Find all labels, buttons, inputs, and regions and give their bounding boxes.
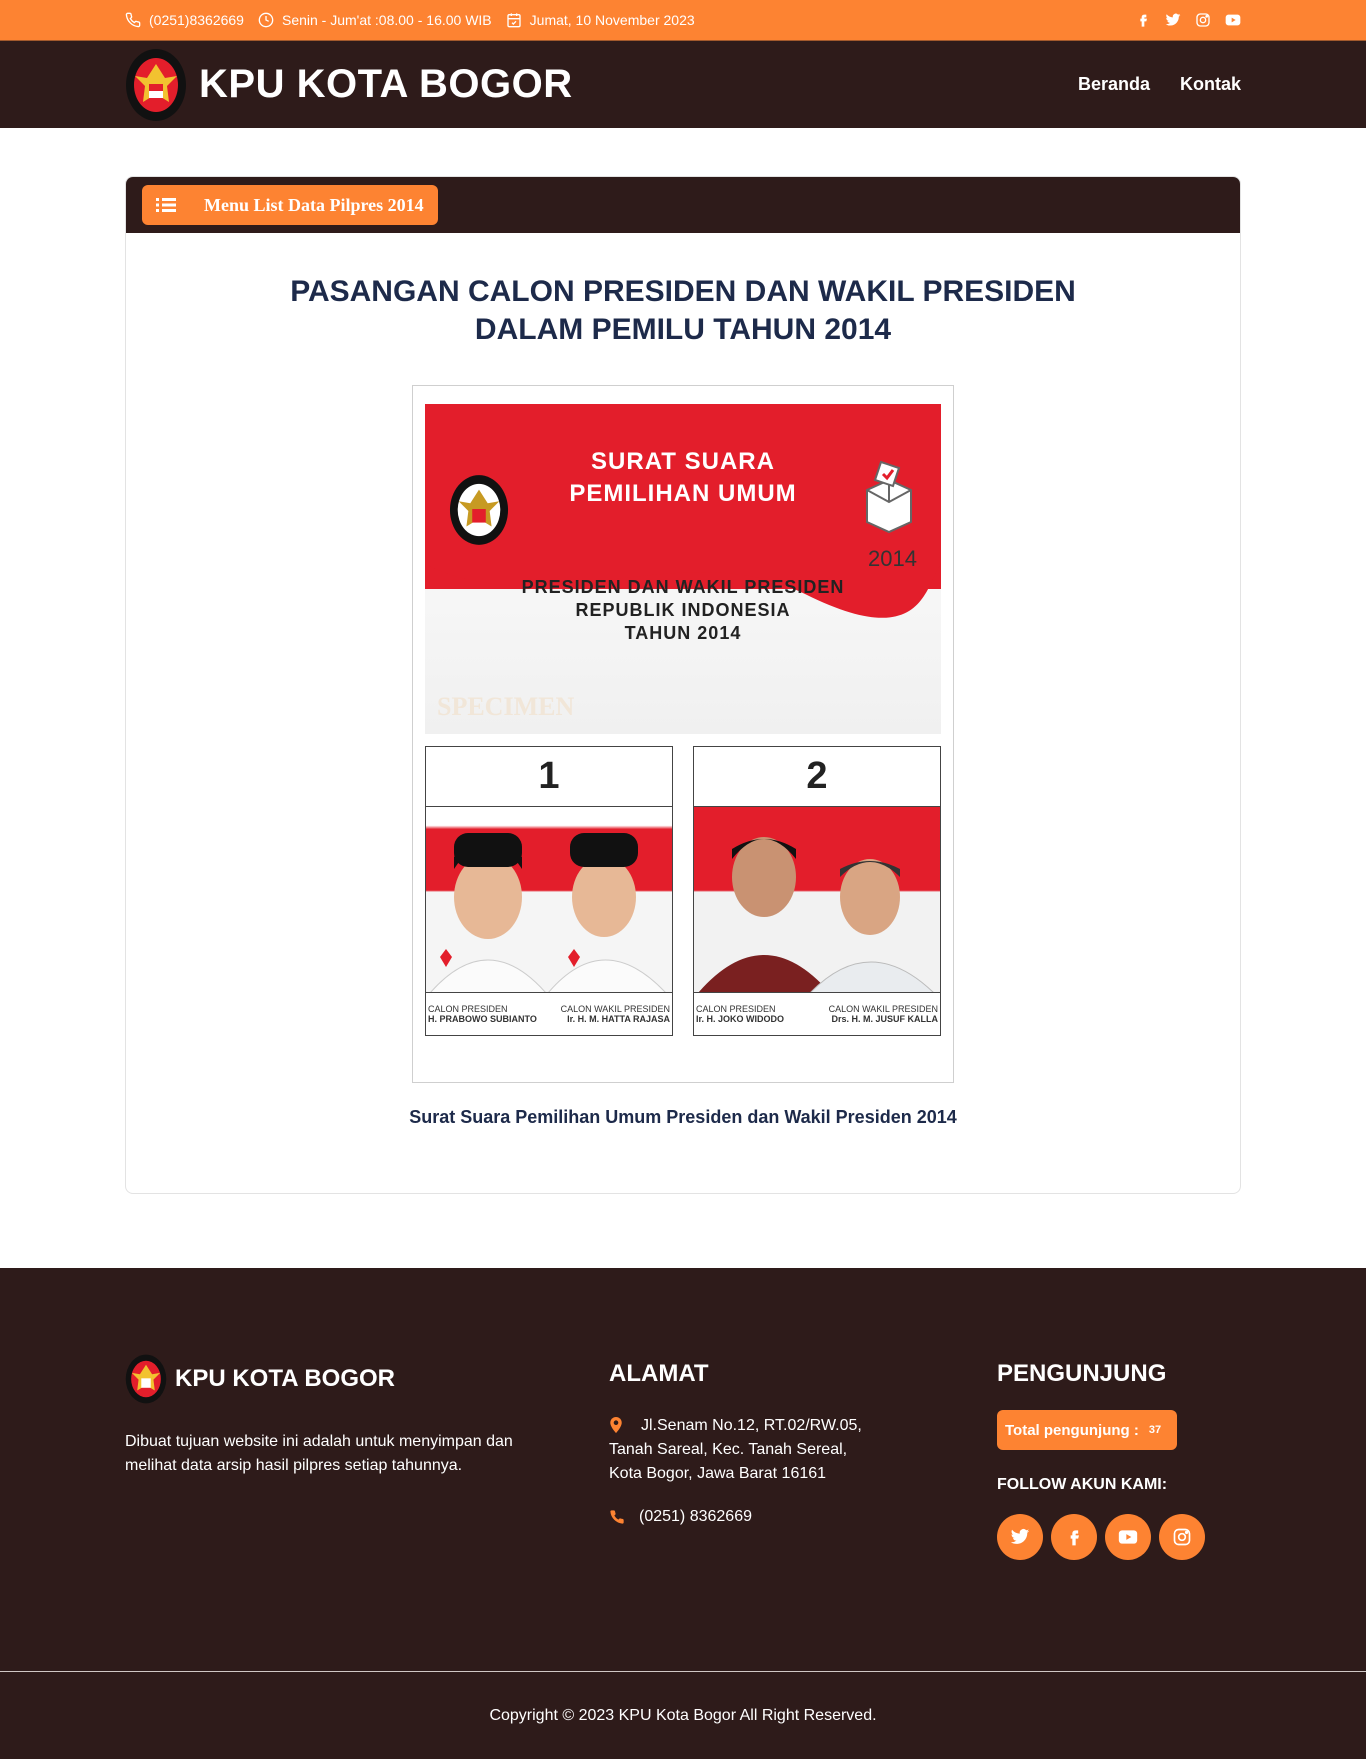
twitter-icon[interactable] [1165, 12, 1181, 28]
footer-visitor-heading: PENGUNJUNG [997, 1360, 1167, 1387]
ballot-heading: SURAT SUARA PEMILIHAN UMUM [425, 446, 941, 510]
candidate-photo-2 [698, 837, 934, 992]
ballot-year: 2014 [868, 546, 917, 571]
ballot-sub-line3: TAHUN 2014 [624, 623, 742, 643]
instagram-icon [1173, 1528, 1191, 1546]
kpu-logo-icon [126, 48, 186, 121]
candidate-panel-2: 2 CALON PRESIDEN CALON WAKIL PRESIDEN Ir… [693, 746, 941, 1036]
ballot-subheading: PRESIDEN DAN WAKIL PRESIDEN REPUBLIK IND… [425, 576, 941, 645]
topbar-hours: Senin - Jum'at :08.00 - 16.00 WIB [281, 12, 492, 28]
footer-kpu-logo-icon [125, 1354, 167, 1404]
facebook-button[interactable] [1051, 1514, 1097, 1560]
map-marker-icon [610, 1417, 622, 1433]
main-nav: Beranda Kontak [1078, 74, 1241, 95]
candidate-name: Drs. H. M. JUSUF KALLA [831, 1014, 938, 1024]
candidate-photo-1 [430, 833, 666, 992]
topbar-phone: (0251)8362669 [149, 12, 244, 28]
site-header: KPU KOTA BOGOR Beranda Kontak [0, 40, 1366, 128]
copyright-text: Copyright © 2023 KPU Kota Bogor All Righ… [489, 1706, 877, 1724]
candidate-role: CALON PRESIDEN [696, 1004, 776, 1014]
twitter-icon [1010, 1529, 1030, 1544]
address-line2: Tanah Sareal, Kec. Tanah Sereal, [609, 1441, 848, 1458]
candidate-number: 2 [694, 747, 940, 807]
page-title-line1: PASANGAN CALON PRESIDEN DAN WAKIL PRESID… [290, 275, 1076, 308]
footer-description: Dibuat tujuan website ini adalah untuk m… [125, 1433, 513, 1474]
facebook-icon [1070, 1530, 1079, 1546]
footer-phone: (0251) 8362669 [609, 1508, 997, 1526]
site-footer: KPU KOTA BOGOR Dibuat tujuan website ini… [0, 1268, 1366, 1759]
ballot-heading-line2: PEMILIHAN UMUM [569, 480, 797, 507]
ballot-sub-line1: PRESIDEN DAN WAKIL PRESIDEN [521, 577, 845, 597]
footer-brand: KPU KOTA BOGOR [125, 1354, 609, 1404]
site-title: KPU KOTA BOGOR [199, 62, 573, 106]
candidate-role: CALON WAKIL PRESIDEN [560, 1004, 670, 1014]
menu-list-label: Menu List Data Pilpres 2014 [204, 194, 424, 215]
nav-beranda[interactable]: Beranda [1078, 74, 1150, 95]
calendar-check-icon [506, 13, 521, 28]
footer-social-links [997, 1514, 1241, 1560]
youtube-icon[interactable] [1225, 12, 1241, 28]
twitter-button[interactable] [997, 1514, 1043, 1560]
ballot-image: SURAT SUARA PEMILIHAN UMUM 2014 PRESIDEN… [412, 385, 954, 1083]
page-title-line2: DALAM PEMILU TAHUN 2014 [474, 313, 892, 346]
phone-icon [125, 12, 141, 28]
menu-list-button[interactable]: Menu List Data Pilpres 2014 [142, 185, 438, 225]
instagram-button[interactable] [1159, 1514, 1205, 1560]
address-line1: Jl.Senam No.12, RT.02/RW.05, [641, 1417, 862, 1434]
topbar-date: Jumat, 10 November 2023 [529, 12, 695, 28]
follow-label: FOLLOW AKUN KAMI: [997, 1476, 1168, 1493]
candidate-number: 1 [426, 747, 672, 807]
footer-brand-title: KPU KOTA BOGOR [175, 1365, 395, 1392]
visitor-counter-badge: Total pengunjung : 37 [997, 1410, 1178, 1450]
ballot-sub-line2: REPUBLIK INDONESIA [575, 600, 791, 620]
phone-icon [610, 1510, 624, 1524]
footer-address: Jl.Senam No.12, RT.02/RW.05, Tanah Sarea… [609, 1414, 997, 1486]
candidate-panel-1: 1 CALON PRESIDEN CALON WAKIL PRESIDEN H.… [425, 746, 673, 1036]
candidate-role: CALON PRESIDEN [428, 1004, 508, 1014]
candidate-role: CALON WAKIL PRESIDEN [828, 1004, 938, 1014]
ballot-caption: Surat Suara Pemilihan Umum Presiden dan … [409, 1107, 957, 1127]
candidate-name: Ir. H. JOKO WIDODO [696, 1014, 785, 1024]
copyright-bar: Copyright © 2023 KPU Kota Bogor All Righ… [0, 1671, 1366, 1759]
nav-kontak[interactable]: Kontak [1180, 74, 1241, 95]
ballot-watermark: SPECIMEN [437, 692, 575, 721]
ballot-heading-line1: SURAT SUARA [591, 448, 775, 475]
youtube-icon [1118, 1530, 1138, 1544]
footer-phone-number: (0251) 8362669 [639, 1508, 752, 1525]
address-line3: Kota Bogor, Jawa Barat 16161 [609, 1465, 827, 1482]
clock-icon [258, 12, 274, 28]
pilpres-card: Menu List Data Pilpres 2014 PASANGAN CAL… [125, 176, 1241, 1194]
list-icon [156, 198, 176, 212]
card-header: Menu List Data Pilpres 2014 [126, 177, 1240, 233]
candidate-name: H. PRABOWO SUBIANTO [428, 1014, 537, 1024]
visitor-label: Total pengunjung : [1005, 1421, 1139, 1439]
brand[interactable]: KPU KOTA BOGOR [125, 48, 573, 122]
top-info-bar: (0251)8362669 Senin - Jum'at :08.00 - 16… [0, 0, 1366, 40]
candidate-name: Ir. H. M. HATTA RAJASA [567, 1014, 670, 1024]
footer-address-heading: ALAMAT [609, 1360, 709, 1387]
page-title: PASANGAN CALON PRESIDEN DAN WAKIL PRESID… [126, 273, 1240, 349]
facebook-icon[interactable] [1135, 12, 1151, 28]
visitor-count: 37 [1148, 1424, 1162, 1436]
youtube-button[interactable] [1105, 1514, 1151, 1560]
instagram-icon[interactable] [1195, 12, 1211, 28]
